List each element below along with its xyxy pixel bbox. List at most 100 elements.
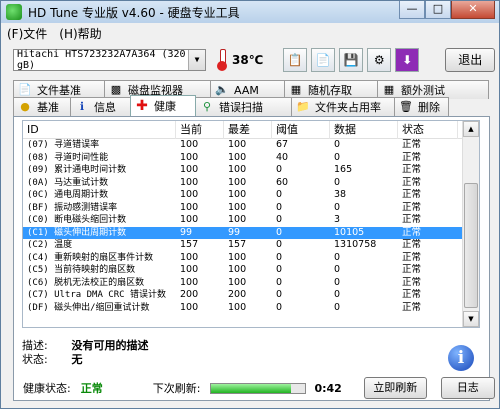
trash-icon: 🗑 [399, 100, 413, 113]
cell-current: 100 [180, 201, 199, 213]
copy-screen-icon: 📄 [315, 53, 331, 67]
cell-id: (C4) 重新映射的扇区事件计数 [27, 252, 154, 263]
column-header-current[interactable]: 当前 [176, 121, 224, 139]
table-row[interactable]: (07) 寻道错误率 100 100 67 0 正常 [23, 139, 463, 152]
cell-data: 1310758 [334, 239, 377, 250]
cell-worst: 100 [228, 276, 247, 288]
chevron-down-icon[interactable]: ▼ [188, 50, 205, 70]
cell-status: 正常 [402, 226, 422, 238]
copy-info-button[interactable]: 📋 [283, 48, 308, 72]
save-button[interactable]: 💾 [339, 48, 364, 72]
cell-worst: 100 [228, 201, 247, 213]
tab-label: 额外测试 [401, 84, 445, 97]
thermometer-icon [216, 49, 228, 71]
cell-current: 100 [180, 139, 199, 150]
cell-worst: 99 [228, 226, 241, 238]
options-icon: ⚙ [373, 53, 385, 67]
options-button[interactable]: ⚙ [367, 48, 392, 72]
app-logo-icon [6, 4, 22, 20]
tab-error-scan[interactable]: ⚲ 错误扫描 [195, 97, 292, 116]
menu-bar: (F)文件 (H)帮助 [1, 23, 499, 43]
refresh-now-button[interactable]: 立即刷新 [363, 377, 427, 399]
tab-label: 错误扫描 [219, 101, 263, 114]
cross-icon: ✚ [136, 98, 148, 114]
refresh-progress-fill [211, 383, 292, 393]
magnifier-icon: ⚲ [202, 100, 212, 113]
cell-status: 正常 [402, 239, 422, 250]
cell-status: 正常 [402, 214, 422, 225]
vertical-scrollbar[interactable]: ▲ ▼ [462, 121, 479, 327]
table-row[interactable]: (C7) Ultra DMA CRC 错误计数 200 200 0 0 正常 [23, 289, 463, 302]
table-row[interactable]: (09) 累计通电时间计数 100 100 0 165 正常 [23, 164, 463, 177]
cell-threshold: 0 [276, 289, 283, 300]
log-button[interactable]: 日志 [440, 377, 495, 399]
download-button[interactable]: ⬇ [395, 48, 420, 72]
tab-info[interactable]: ℹ 信息 [70, 97, 131, 116]
cell-data: 0 [334, 201, 341, 213]
column-header-worst[interactable]: 最差 [224, 121, 272, 139]
tab-label: 健康 [154, 100, 176, 113]
table-row[interactable]: (08) 寻道时间性能 100 100 40 0 正常 [23, 152, 463, 165]
table-row[interactable]: (C0) 断电磁头缩回计数 100 100 0 3 正常 [23, 214, 463, 227]
cell-worst: 100 [228, 189, 247, 200]
tab-benchmark[interactable]: ● 基准 [13, 97, 71, 116]
column-header-id[interactable]: ID [23, 121, 176, 139]
table-row[interactable]: (C1) 磁头伸出周期计数 99 99 0 10105 正常 [23, 226, 463, 239]
minimize-button[interactable]: — [399, 1, 425, 19]
table-row[interactable]: (C4) 重新映射的扇区事件计数 100 100 0 0 正常 [23, 252, 463, 265]
tab-label: 文件夹占用率 [315, 101, 381, 114]
copy-screen-button[interactable]: 📄 [311, 48, 336, 72]
cell-current: 100 [180, 276, 199, 288]
cell-current: 100 [180, 176, 199, 188]
cell-status: 正常 [402, 189, 422, 200]
table-row[interactable]: (C2) 温度 157 157 0 1310758 正常 [23, 239, 463, 252]
menu-help[interactable]: (H)帮助 [53, 25, 107, 42]
cell-current: 100 [180, 164, 199, 175]
maximize-button[interactable]: □ [425, 1, 451, 19]
cell-data: 0 [334, 289, 341, 300]
cell-id: (BF) 振动感测错误率 [27, 202, 118, 213]
refresh-timer: 0:42 [314, 381, 342, 395]
cell-current: 100 [180, 214, 199, 225]
scroll-down-icon[interactable]: ▼ [463, 311, 479, 327]
menu-file[interactable]: (F)文件 [1, 25, 53, 42]
exit-button[interactable]: 退出 [445, 48, 496, 72]
cell-threshold: 0 [276, 239, 283, 250]
table-row[interactable]: (0A) 马达重试计数 100 100 60 0 正常 [23, 177, 463, 190]
folder-icon: 📁 [296, 100, 310, 113]
cell-current: 100 [180, 251, 199, 263]
cell-threshold: 0 [276, 276, 283, 288]
cell-id: (C5) 当前待映射的扇区数 [27, 265, 136, 275]
save-icon: 💾 [343, 53, 359, 67]
table-row[interactable]: (0C) 通电周期计数 100 100 0 38 正常 [23, 189, 463, 202]
drive-selector[interactable]: Hitachi HTS723232A7A364 (320 gB) ▼ [13, 49, 206, 71]
table-row[interactable]: (DF) 磁头伸出/缩回重试计数 100 100 0 0 正常 [23, 302, 463, 315]
tab-label: AAM [234, 83, 259, 97]
table-header: ID 当前 最差 阈值 数据 状态 [23, 121, 463, 139]
scroll-up-icon[interactable]: ▲ [463, 121, 479, 137]
cell-id: (C6) 脱机无法校正的扇区数 [27, 277, 145, 288]
cell-current: 200 [180, 289, 199, 300]
table-row[interactable]: (BF) 振动感测错误率 100 100 0 0 正常 [23, 202, 463, 215]
info-icon[interactable]: i [448, 345, 474, 371]
cell-threshold: 0 [276, 301, 283, 313]
close-button[interactable]: ✕ [451, 1, 495, 19]
cell-data: 0 [334, 264, 341, 275]
column-header-threshold[interactable]: 阈值 [272, 121, 330, 139]
toolbar: Hitachi HTS723232A7A364 (320 gB) ▼ 38℃ 📋… [1, 43, 499, 77]
status-bar: 健康状态: 正常 下次刷新: 0:42 立即刷新 日志 [1, 377, 499, 399]
tab-health[interactable]: ✚ 健康 [130, 95, 196, 116]
column-header-status[interactable]: 状态 [398, 121, 458, 139]
tab-folder-usage[interactable]: 📁 文件夹占用率 [291, 97, 395, 116]
table-row[interactable]: (C6) 脱机无法校正的扇区数 100 100 0 0 正常 [23, 277, 463, 290]
title-bar[interactable]: HD Tune 专业版 v4.60 - 硬盘专业工具 — □ ✕ [1, 1, 499, 23]
cell-threshold: 0 [276, 264, 283, 275]
cell-threshold: 67 [276, 139, 289, 150]
scrollbar-thumb[interactable] [464, 183, 478, 308]
table-row[interactable]: (C5) 当前待映射的扇区数 100 100 0 0 正常 [23, 264, 463, 277]
cell-threshold: 60 [276, 176, 289, 188]
tab-erase[interactable]: 🗑 删除 [394, 97, 449, 116]
column-header-data[interactable]: 数据 [330, 121, 398, 139]
cell-data: 0 [334, 151, 341, 163]
cell-threshold: 0 [276, 189, 283, 200]
